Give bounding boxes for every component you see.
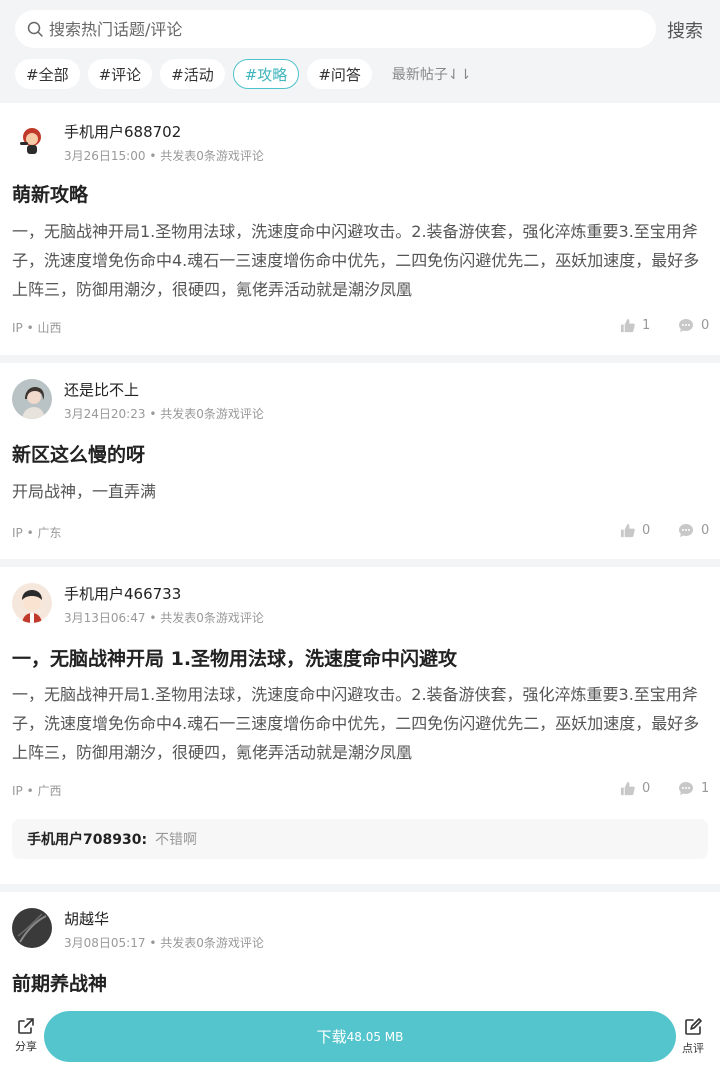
ip-location: IP • 山西 bbox=[12, 321, 62, 335]
post-body[interactable]: 开局战神，一直弄满 bbox=[12, 477, 712, 506]
comment-button[interactable]: 1 bbox=[678, 781, 709, 796]
review-count: • 共发表0条游戏评论 bbox=[149, 407, 264, 421]
avatar[interactable] bbox=[12, 908, 52, 948]
top-bar: 搜索 #全部 #评论 #活动 #攻略 #问答 最新帖子⇃⇂ bbox=[0, 0, 720, 103]
username[interactable]: 还是比不上 bbox=[64, 379, 139, 400]
like-count: 0 bbox=[642, 781, 651, 796]
comment-count: 1 bbox=[701, 781, 710, 796]
avatar[interactable] bbox=[12, 379, 52, 419]
post-title[interactable]: 萌新攻略 bbox=[12, 180, 88, 207]
comment-bubble-icon bbox=[679, 524, 693, 537]
post-date: 3月08日05:17 bbox=[64, 936, 146, 950]
cartoon-boy-avatar-icon bbox=[12, 583, 52, 623]
post-title[interactable]: 新区这么慢的呀 bbox=[12, 440, 145, 467]
post-meta: 3月26日15:00 • 共发表0条游戏评论 bbox=[64, 147, 264, 164]
comment-count: 0 bbox=[701, 318, 710, 333]
review-button[interactable]: 点评 bbox=[673, 1017, 713, 1056]
username[interactable]: 胡越华 bbox=[64, 908, 109, 929]
post-meta: 3月08日05:17 • 共发表0条游戏评论 bbox=[64, 934, 264, 951]
tag-comments[interactable]: #评论 bbox=[87, 59, 153, 89]
tag-guides[interactable]: #攻略 bbox=[232, 59, 300, 89]
comment-bubble-icon bbox=[679, 319, 693, 332]
username[interactable]: 手机用户466733 bbox=[64, 583, 181, 604]
post-card[interactable]: 还是比不上 3月24日20:23 • 共发表0条游戏评论 新区这么慢的呀 开局战… bbox=[0, 363, 720, 559]
reply-username[interactable]: 手机用户708930: bbox=[27, 829, 147, 849]
sort-dropdown[interactable]: 最新帖子⇃⇂ bbox=[392, 64, 471, 84]
like-count: 0 bbox=[642, 523, 651, 538]
tag-filter-bar: #全部 #评论 #活动 #攻略 #问答 最新帖子⇃⇂ bbox=[15, 59, 471, 89]
tag-qa[interactable]: #问答 bbox=[307, 59, 372, 89]
comment-count: 0 bbox=[701, 523, 710, 538]
bottom-action-bar: 分享 下载 48.05 MB 点评 bbox=[0, 1005, 720, 1069]
search-icon bbox=[27, 21, 43, 37]
reply-text: 不错啊 bbox=[155, 832, 198, 848]
post-meta: 3月24日20:23 • 共发表0条游戏评论 bbox=[64, 405, 264, 422]
comment-button[interactable]: 0 bbox=[678, 318, 709, 333]
user-photo-avatar-icon bbox=[12, 379, 52, 419]
thumbs-up-icon bbox=[620, 781, 635, 796]
post-body[interactable]: 一，无脑战神开局1.圣物用法球，洗速度命中闪避攻击。2.装备游侠套，强化淬炼重要… bbox=[12, 680, 712, 767]
like-button[interactable]: 0 bbox=[620, 523, 650, 538]
review-label: 点评 bbox=[682, 1042, 704, 1055]
search-box[interactable] bbox=[15, 10, 656, 48]
post-date: 3月26日15:00 bbox=[64, 149, 146, 163]
review-count: • 共发表0条游戏评论 bbox=[149, 936, 264, 950]
search-input[interactable] bbox=[49, 19, 629, 39]
download-label: 下载 bbox=[316, 1028, 347, 1046]
avatar[interactable] bbox=[12, 583, 52, 623]
reply-preview[interactable]: 手机用户708930: 不错啊 bbox=[12, 819, 708, 859]
dark-photo-avatar-icon bbox=[12, 908, 52, 948]
post-meta: 3月13日06:47 • 共发表0条游戏评论 bbox=[64, 609, 264, 626]
username[interactable]: 手机用户688702 bbox=[64, 121, 181, 142]
download-size: 48.05 MB bbox=[346, 1029, 404, 1044]
share-button[interactable]: 分享 bbox=[6, 1017, 46, 1054]
share-label: 分享 bbox=[15, 1040, 37, 1053]
tag-activities[interactable]: #活动 bbox=[160, 59, 225, 89]
like-button[interactable]: 1 bbox=[620, 318, 650, 333]
ip-location: IP • 广西 bbox=[12, 784, 62, 798]
like-count: 1 bbox=[642, 318, 651, 333]
comment-button[interactable]: 0 bbox=[678, 523, 709, 538]
avatar[interactable] bbox=[12, 119, 52, 159]
search-button[interactable]: 搜索 bbox=[667, 17, 703, 43]
comment-bubble-icon bbox=[679, 782, 693, 795]
thumbs-up-icon bbox=[620, 318, 635, 333]
post-title[interactable]: 一，无脑战神开局 1.圣物用法球，洗速度命中闪避攻 bbox=[12, 644, 457, 671]
thumbs-up-icon bbox=[620, 523, 635, 538]
post-date: 3月24日20:23 bbox=[64, 407, 146, 421]
post-card[interactable]: 手机用户466733 3月13日06:47 • 共发表0条游戏评论 一，无脑战神… bbox=[0, 567, 720, 884]
post-date: 3月13日06:47 bbox=[64, 611, 146, 625]
post-body[interactable]: 一，无脑战神开局1.圣物用法球，洗速度命中闪避攻击。2.装备游侠套，强化淬炼重要… bbox=[12, 217, 712, 304]
ip-location: IP • 广东 bbox=[12, 526, 62, 540]
download-button[interactable]: 下载 48.05 MB bbox=[44, 1011, 676, 1062]
post-card[interactable]: 手机用户688702 3月26日15:00 • 共发表0条游戏评论 萌新攻略 一… bbox=[0, 103, 720, 355]
edit-icon bbox=[685, 1018, 702, 1035]
tag-all[interactable]: #全部 bbox=[15, 59, 80, 89]
share-icon bbox=[18, 1018, 34, 1034]
cartoon-monkey-avatar-icon bbox=[12, 119, 52, 159]
post-title[interactable]: 前期养战神 bbox=[12, 969, 107, 996]
review-count: • 共发表0条游戏评论 bbox=[149, 611, 264, 625]
like-button[interactable]: 0 bbox=[620, 781, 650, 796]
review-count: • 共发表0条游戏评论 bbox=[149, 149, 264, 163]
